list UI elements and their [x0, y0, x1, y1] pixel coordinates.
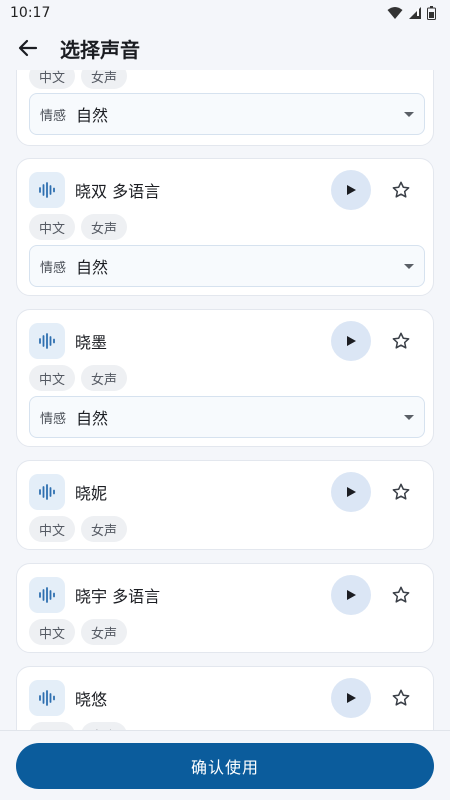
star-icon — [392, 181, 410, 198]
gender-tag: 女声 — [81, 365, 128, 391]
status-time: 10:17 — [10, 5, 51, 21]
status-bar: 10:17 — [0, 0, 450, 26]
play-button[interactable] — [331, 170, 371, 210]
emotion-select[interactable]: 情感 自然 — [29, 245, 425, 287]
voice-card: 中文 女声 情感 自然 — [16, 70, 434, 146]
play-button[interactable] — [331, 575, 371, 615]
play-button[interactable] — [331, 678, 371, 718]
language-tag: 中文 — [29, 70, 76, 89]
waveform-icon — [29, 474, 65, 510]
language-tag: 中文 — [29, 722, 76, 730]
language-tag: 中文 — [29, 365, 76, 391]
waveform-icon — [29, 323, 65, 359]
play-button[interactable] — [331, 321, 371, 361]
tag-list: 中文 女声 — [29, 365, 128, 391]
dropdown-arrow-icon — [404, 263, 414, 269]
play-icon — [347, 185, 356, 195]
play-icon — [347, 336, 356, 346]
waveform-icon — [29, 680, 65, 716]
back-button[interactable] — [0, 26, 56, 70]
tag-list: 中文 女声 — [29, 214, 128, 240]
emotion-select[interactable]: 情感 自然 — [29, 93, 425, 135]
voice-card: 晓宇 多语言 中文 女声 — [16, 563, 434, 653]
favorite-button[interactable] — [381, 321, 421, 361]
voice-card: 晓悠 中文 女声 — [16, 666, 434, 730]
voice-name: 晓悠 — [75, 690, 108, 709]
voice-card: 晓双 多语言 中文 女声 情感 自然 — [16, 158, 434, 296]
gender-tag: 女声 — [81, 516, 128, 542]
play-icon — [347, 693, 356, 703]
wifi-icon — [387, 7, 403, 19]
emotion-value: 自然 — [76, 106, 109, 125]
star-icon — [392, 586, 410, 603]
dropdown-arrow-icon — [404, 414, 414, 420]
emotion-value: 自然 — [76, 409, 109, 428]
play-button[interactable] — [331, 472, 371, 512]
play-icon — [347, 590, 356, 600]
gender-tag: 女声 — [81, 619, 128, 645]
star-icon — [392, 332, 410, 349]
star-icon — [392, 689, 410, 706]
emotion-select[interactable]: 情感 自然 — [29, 396, 425, 438]
emotion-value: 自然 — [76, 258, 109, 277]
favorite-button[interactable] — [381, 678, 421, 718]
favorite-button[interactable] — [381, 472, 421, 512]
emotion-label: 情感 — [40, 411, 67, 427]
waveform-icon — [29, 172, 65, 208]
signal-icon — [409, 7, 421, 19]
language-tag: 中文 — [29, 516, 76, 542]
status-icons — [387, 6, 436, 20]
tag-list: 中文 女声 — [29, 516, 128, 542]
dropdown-arrow-icon — [404, 111, 414, 117]
language-tag: 中文 — [29, 619, 76, 645]
favorite-button[interactable] — [381, 170, 421, 210]
page-title: 选择声音 — [60, 37, 140, 62]
language-tag: 中文 — [29, 214, 76, 240]
confirm-button[interactable]: 确认使用 — [16, 743, 434, 789]
voice-list[interactable]: 中文 女声 情感 自然 晓双 多语言 中文 女声 情感 自然 晓墨 中文 女声 … — [0, 70, 450, 730]
gender-tag: 女声 — [81, 722, 128, 730]
waveform-icon — [29, 577, 65, 613]
app-bar: 选择声音 — [0, 26, 450, 70]
favorite-button[interactable] — [381, 575, 421, 615]
battery-icon — [427, 6, 436, 20]
emotion-label: 情感 — [40, 108, 67, 124]
emotion-label: 情感 — [40, 260, 67, 276]
voice-name: 晓妮 — [75, 484, 108, 503]
gender-tag: 女声 — [81, 70, 128, 89]
gender-tag: 女声 — [81, 214, 128, 240]
voice-name: 晓宇 多语言 — [75, 587, 161, 606]
voice-name: 晓双 多语言 — [75, 182, 161, 201]
voice-card: 晓墨 中文 女声 情感 自然 — [16, 309, 434, 447]
tag-list: 中文 女声 — [29, 722, 128, 730]
voice-card: 晓妮 中文 女声 — [16, 460, 434, 550]
arrow-left-icon — [18, 39, 38, 57]
play-icon — [347, 487, 356, 497]
tag-list: 中文 女声 — [29, 70, 128, 89]
tag-list: 中文 女声 — [29, 619, 128, 645]
bottom-bar: 确认使用 — [0, 730, 450, 800]
star-icon — [392, 483, 410, 500]
voice-name: 晓墨 — [75, 333, 108, 352]
